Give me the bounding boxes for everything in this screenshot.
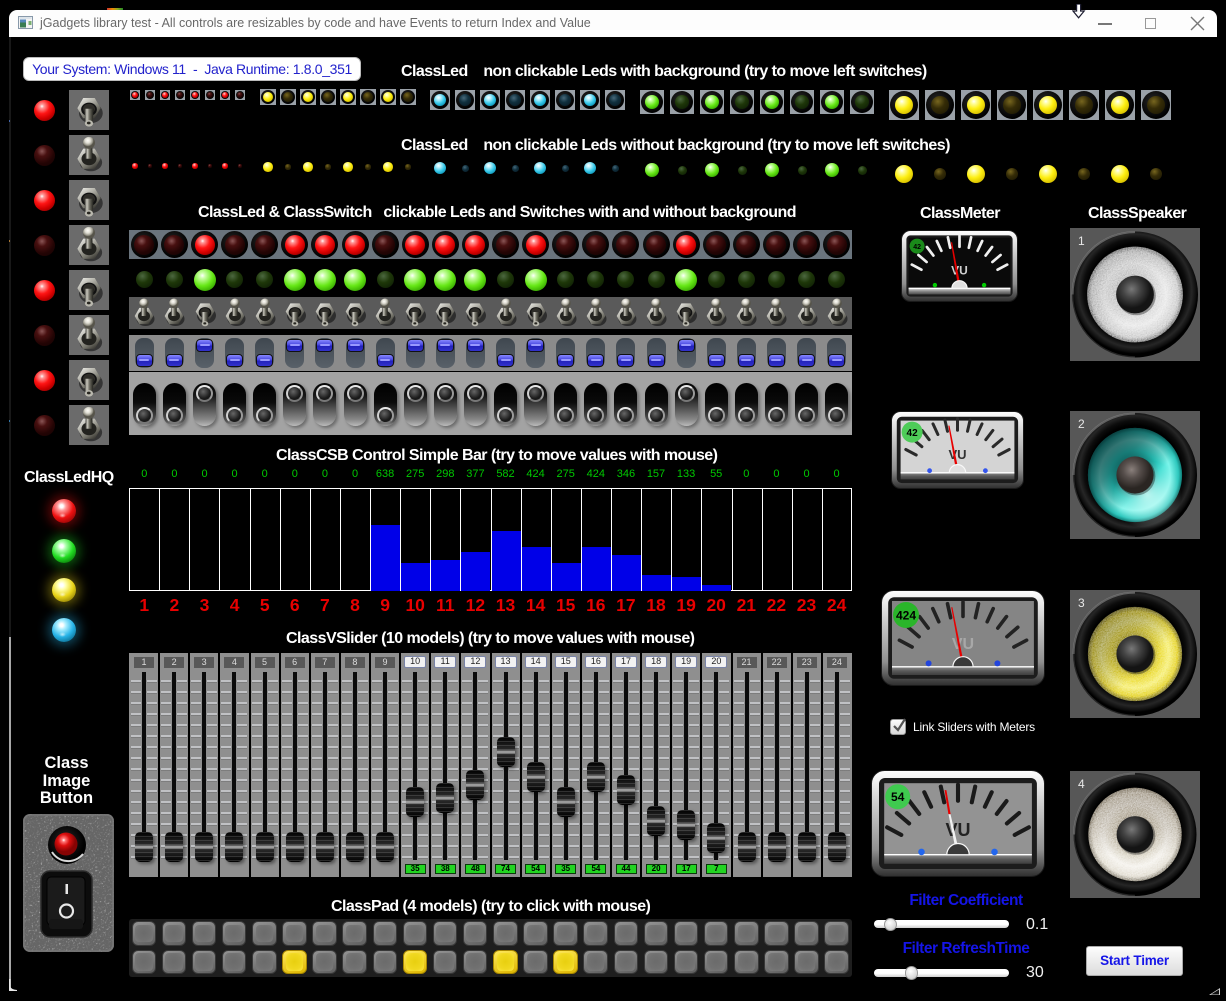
svg-text:54: 54 (891, 790, 905, 804)
svg-text:VU: VU (945, 820, 970, 840)
svg-text:2: 2 (1078, 417, 1085, 431)
svg-text:VU: VU (952, 636, 974, 653)
svg-text:424: 424 (896, 609, 916, 623)
svg-text:3: 3 (1078, 596, 1085, 610)
svg-text:1: 1 (1078, 234, 1085, 248)
svg-text:4: 4 (1078, 777, 1085, 791)
svg-text:VU: VU (951, 263, 968, 277)
svg-text:42: 42 (907, 428, 919, 439)
svg-text:42: 42 (913, 244, 921, 251)
svg-text:VU: VU (948, 447, 966, 462)
